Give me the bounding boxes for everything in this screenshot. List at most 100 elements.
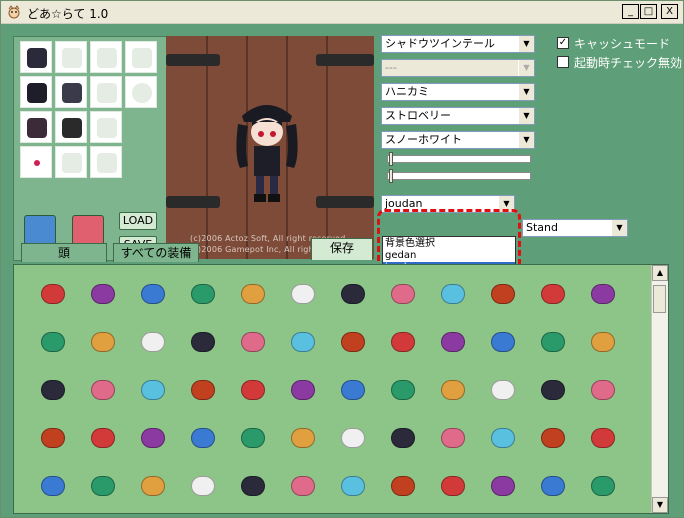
startup-check-checkbox[interactable] bbox=[557, 56, 569, 68]
equip-slot-cape[interactable] bbox=[90, 76, 122, 108]
scroll-down-icon[interactable]: ▼ bbox=[652, 497, 668, 513]
chevron-down-icon[interactable]: ▼ bbox=[518, 36, 534, 52]
item-slot[interactable] bbox=[586, 469, 620, 503]
equip-slot-top[interactable] bbox=[55, 76, 87, 108]
item-slot[interactable] bbox=[436, 373, 470, 407]
cache-mode-checkbox[interactable]: ✓ bbox=[557, 37, 569, 49]
item-slot[interactable] bbox=[36, 325, 70, 359]
item-slot[interactable] bbox=[336, 325, 370, 359]
item-slot[interactable] bbox=[436, 421, 470, 455]
hair-color-dropdown[interactable]: ストロベリー ▼ bbox=[381, 107, 535, 125]
item-slot[interactable] bbox=[36, 373, 70, 407]
item-slot[interactable] bbox=[536, 277, 570, 311]
item-slot[interactable] bbox=[486, 421, 520, 455]
item-slot[interactable] bbox=[186, 373, 220, 407]
item-slot[interactable] bbox=[486, 469, 520, 503]
item-slot[interactable] bbox=[286, 277, 320, 311]
equip-slot-glasses[interactable] bbox=[55, 41, 87, 73]
item-slot[interactable] bbox=[586, 421, 620, 455]
item-slot[interactable] bbox=[486, 277, 520, 311]
item-slot[interactable] bbox=[36, 277, 70, 311]
item-slot[interactable] bbox=[186, 277, 220, 311]
equip-slot-earring[interactable] bbox=[90, 41, 122, 73]
item-slot[interactable] bbox=[136, 373, 170, 407]
item-slot[interactable] bbox=[136, 469, 170, 503]
slider-thumb-2[interactable] bbox=[389, 169, 393, 183]
item-slot[interactable] bbox=[36, 421, 70, 455]
equip-slot-gloves[interactable] bbox=[20, 111, 52, 143]
equip-slot-accessory[interactable] bbox=[20, 146, 52, 178]
item-slot[interactable] bbox=[436, 325, 470, 359]
tab-head[interactable]: 頭 bbox=[21, 243, 107, 262]
chevron-down-icon[interactable]: ▼ bbox=[518, 84, 534, 100]
close-button[interactable]: X bbox=[661, 4, 678, 19]
chevron-down-icon[interactable]: ▼ bbox=[518, 132, 534, 148]
equip-slot-socks[interactable] bbox=[90, 111, 122, 143]
chevron-down-icon[interactable]: ▼ bbox=[518, 108, 534, 124]
item-slot[interactable] bbox=[586, 373, 620, 407]
item-slot[interactable] bbox=[236, 469, 270, 503]
item-slot[interactable] bbox=[86, 421, 120, 455]
item-slot[interactable] bbox=[486, 373, 520, 407]
item-slot[interactable] bbox=[336, 469, 370, 503]
item-slot[interactable] bbox=[236, 277, 270, 311]
item-slot[interactable] bbox=[386, 277, 420, 311]
item-slot[interactable] bbox=[536, 325, 570, 359]
tab-all-equipment[interactable]: すべての装備 bbox=[113, 243, 199, 262]
slider-track-1[interactable] bbox=[387, 155, 531, 163]
item-slot[interactable] bbox=[286, 325, 320, 359]
item-slot[interactable] bbox=[136, 325, 170, 359]
item-slot[interactable] bbox=[386, 469, 420, 503]
item-slot[interactable] bbox=[536, 421, 570, 455]
item-slot[interactable] bbox=[86, 373, 120, 407]
item-slot[interactable] bbox=[586, 277, 620, 311]
load-button[interactable]: LOAD bbox=[119, 212, 157, 230]
item-slot[interactable] bbox=[386, 421, 420, 455]
slider-track-2[interactable] bbox=[387, 172, 531, 180]
scroll-up-icon[interactable]: ▲ bbox=[652, 265, 668, 281]
item-slot[interactable] bbox=[136, 421, 170, 455]
chevron-down-icon[interactable]: ▼ bbox=[611, 220, 627, 236]
item-slot[interactable] bbox=[286, 421, 320, 455]
equip-slot-shield[interactable] bbox=[125, 76, 157, 108]
item-slot[interactable] bbox=[286, 469, 320, 503]
pose-dropdown[interactable]: Stand ▼ bbox=[522, 219, 628, 237]
face-dropdown[interactable]: ハニカミ ▼ bbox=[381, 83, 535, 101]
item-slot[interactable] bbox=[536, 373, 570, 407]
item-slot[interactable] bbox=[186, 469, 220, 503]
equip-slot-coat[interactable] bbox=[20, 76, 52, 108]
item-slot[interactable] bbox=[236, 373, 270, 407]
skin-color-dropdown[interactable]: スノーホワイト ▼ bbox=[381, 131, 535, 149]
item-slot[interactable] bbox=[36, 469, 70, 503]
item-slot[interactable] bbox=[86, 469, 120, 503]
item-slot[interactable] bbox=[186, 325, 220, 359]
maximize-button[interactable]: □ bbox=[640, 4, 657, 19]
equip-slot-hat[interactable] bbox=[20, 41, 52, 73]
item-slot[interactable] bbox=[436, 469, 470, 503]
equip-slot-wing[interactable] bbox=[55, 146, 87, 178]
slider-thumb-1[interactable] bbox=[389, 152, 393, 166]
item-slot[interactable] bbox=[186, 421, 220, 455]
scroll-thumb[interactable] bbox=[653, 285, 666, 313]
item-slot[interactable] bbox=[236, 421, 270, 455]
item-slot[interactable] bbox=[386, 325, 420, 359]
minimize-button[interactable]: _ bbox=[622, 4, 639, 19]
item-slot[interactable] bbox=[586, 325, 620, 359]
vertical-scrollbar[interactable]: ▲ ▼ bbox=[651, 265, 668, 513]
equip-slot-pet[interactable] bbox=[90, 146, 122, 178]
hair-style-dropdown[interactable]: シャドウツインテール ▼ bbox=[381, 35, 535, 53]
item-slot[interactable] bbox=[536, 469, 570, 503]
item-slot[interactable] bbox=[486, 325, 520, 359]
equip-slot-boots[interactable] bbox=[55, 111, 87, 143]
item-slot[interactable] bbox=[136, 277, 170, 311]
item-slot[interactable] bbox=[436, 277, 470, 311]
item-slot[interactable] bbox=[336, 373, 370, 407]
save-tab-button[interactable]: 保存 bbox=[311, 238, 373, 260]
item-slot[interactable] bbox=[86, 325, 120, 359]
item-slot[interactable] bbox=[336, 421, 370, 455]
item-slot[interactable] bbox=[386, 373, 420, 407]
item-slot[interactable] bbox=[86, 277, 120, 311]
equip-slot-weapon[interactable] bbox=[125, 41, 157, 73]
item-slot[interactable] bbox=[336, 277, 370, 311]
item-slot[interactable] bbox=[236, 325, 270, 359]
